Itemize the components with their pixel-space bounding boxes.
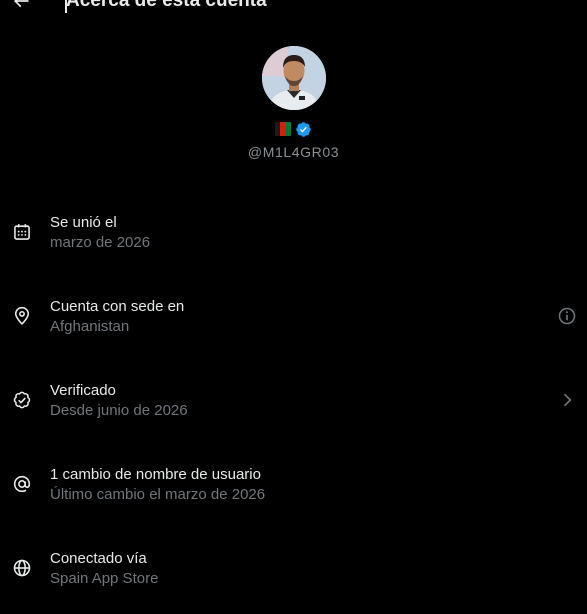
username-changes-row: 1 cambio de nombre de usuario Último cam… [0,442,587,526]
profile-summary: @M1L4GR03 [0,46,587,160]
header: Acerca de esta cuenta [0,0,587,16]
avatar[interactable] [261,46,326,110]
row-title: Cuenta con sede en [50,298,185,315]
chevron-right-icon[interactable] [557,390,577,410]
row-title: 1 cambio de nombre de usuario [50,466,261,483]
arrow-left-icon [13,0,29,8]
user-handle: @M1L4GR03 [247,144,340,160]
location-pin-icon [14,306,30,325]
calendar-icon [14,224,30,240]
connected-via-row: Conectado vía Spain App Store [0,526,587,610]
row-subtitle: Spain App Store [50,570,159,587]
at-sign-icon [13,475,31,493]
back-button[interactable] [10,0,32,12]
info-icon[interactable] [557,306,577,326]
afghanistan-flag-icon [275,122,291,136]
profile-badges [0,120,587,138]
verified-row[interactable]: Verificado Desde junio de 2026 [0,358,587,442]
verified-check-icon [13,391,31,409]
row-title: Conectado vía [50,550,147,567]
avatar-image [261,46,326,110]
page-title: Acerca de esta cuenta [66,0,267,11]
account-location-row: Cuenta con sede en Afghanistan [0,274,587,358]
row-title: Se unió el [50,214,117,231]
verified-badge-icon [296,121,311,137]
account-info-list: Se unió el marzo de 2026 Cuenta con sede… [0,190,587,610]
row-subtitle: Último cambio el marzo de 2026 [50,486,266,503]
row-subtitle: Afghanistan [50,318,130,335]
globe-icon [13,559,31,577]
row-subtitle: Desde junio de 2026 [50,402,188,419]
row-subtitle: marzo de 2026 [50,234,151,251]
joined-date-row: Se unió el marzo de 2026 [0,190,587,274]
row-title: Verificado [50,382,116,399]
